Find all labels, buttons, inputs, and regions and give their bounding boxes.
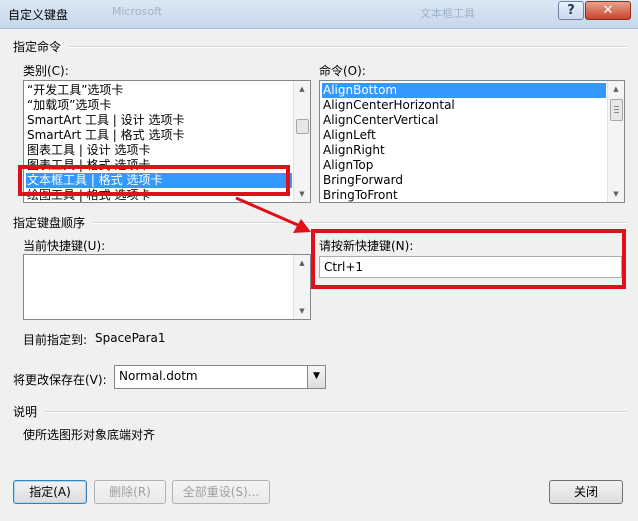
annotation-arrow-line bbox=[235, 196, 301, 228]
annotation-arrow-head bbox=[293, 219, 311, 233]
annotation-arrow bbox=[235, 196, 311, 233]
